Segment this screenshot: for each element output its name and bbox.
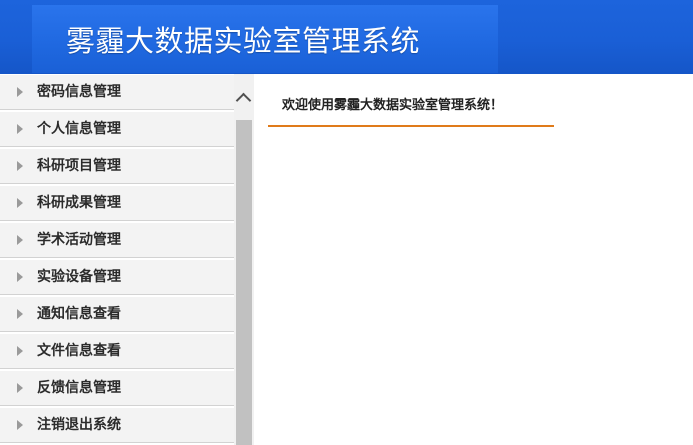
scroll-up-arrow-icon[interactable]: [234, 90, 254, 110]
caret-right-icon: [17, 161, 23, 171]
sidebar-item-academic-activities[interactable]: 学术活动管理: [0, 222, 234, 258]
sidebar-item-label: 通知信息查看: [37, 306, 121, 322]
scrollbar-thumb[interactable]: [236, 120, 252, 445]
sidebar-item-label: 文件信息查看: [37, 343, 121, 359]
caret-right-icon: [17, 235, 23, 245]
sidebar-item-label: 注销退出系统: [37, 417, 121, 433]
app-title: 雾霾大数据实验室管理系统: [66, 24, 421, 58]
sidebar: 密码信息管理 个人信息管理 科研项目管理 科研成果管理 学术活动管理 实验设备管…: [0, 74, 254, 445]
app-header: 雾霾大数据实验室管理系统: [0, 0, 693, 74]
sidebar-item-label: 学术活动管理: [37, 232, 121, 248]
sidebar-item-label: 反馈信息管理: [37, 380, 121, 396]
sidebar-item-logout[interactable]: 注销退出系统: [0, 407, 234, 443]
sidebar-item-label: 密码信息管理: [37, 84, 121, 100]
caret-right-icon: [17, 124, 23, 134]
caret-right-icon: [17, 272, 23, 282]
sidebar-item-files[interactable]: 文件信息查看: [0, 333, 234, 369]
sidebar-item-label: 科研成果管理: [37, 195, 121, 211]
caret-right-icon: [17, 346, 23, 356]
sidebar-item-personal-info[interactable]: 个人信息管理: [0, 111, 234, 147]
sidebar-item-label: 实验设备管理: [37, 269, 121, 285]
main-content: 欢迎使用雾霾大数据实验室管理系统！: [254, 74, 693, 445]
sidebar-item-password[interactable]: 密码信息管理: [0, 74, 234, 110]
caret-right-icon: [17, 198, 23, 208]
sidebar-item-notifications[interactable]: 通知信息查看: [0, 296, 234, 332]
sidebar-item-research-results[interactable]: 科研成果管理: [0, 185, 234, 221]
sidebar-item-research-projects[interactable]: 科研项目管理: [0, 148, 234, 184]
caret-right-icon: [17, 309, 23, 319]
sidebar-item-label: 个人信息管理: [37, 121, 121, 137]
sidebar-menu: 密码信息管理 个人信息管理 科研项目管理 科研成果管理 学术活动管理 实验设备管…: [0, 74, 234, 445]
sidebar-item-label: 科研项目管理: [37, 158, 121, 174]
sidebar-item-feedback[interactable]: 反馈信息管理: [0, 370, 234, 406]
welcome-underline: [268, 125, 554, 127]
sidebar-scrollbar[interactable]: [234, 74, 254, 445]
caret-right-icon: [17, 87, 23, 97]
welcome-message: 欢迎使用雾霾大数据实验室管理系统！: [282, 98, 504, 113]
sidebar-item-lab-equipment[interactable]: 实验设备管理: [0, 259, 234, 295]
caret-right-icon: [17, 420, 23, 430]
caret-right-icon: [17, 383, 23, 393]
